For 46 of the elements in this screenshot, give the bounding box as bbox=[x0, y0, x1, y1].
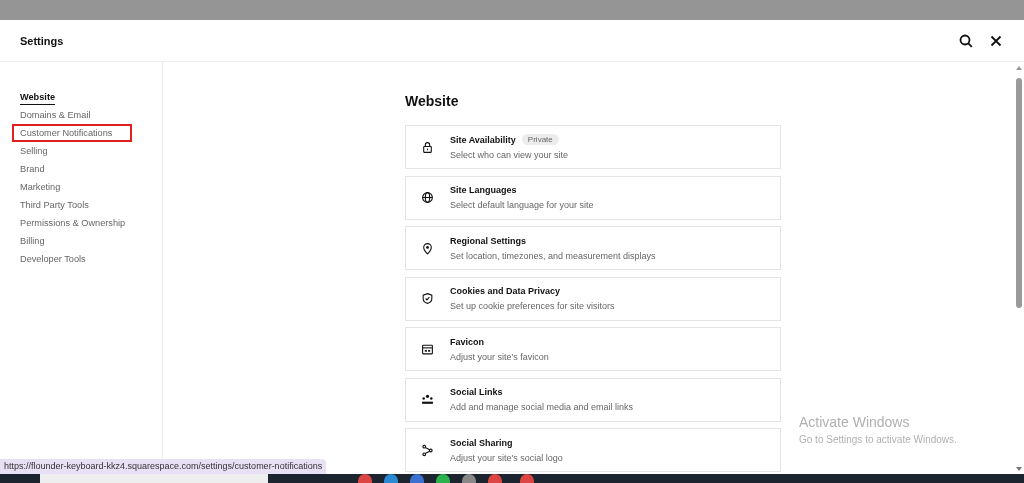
status-badge: Private bbox=[521, 134, 559, 145]
card-title: Social Sharing bbox=[450, 437, 513, 448]
sidebar-item[interactable]: Website bbox=[12, 88, 64, 106]
people-icon bbox=[421, 393, 434, 406]
search-button[interactable] bbox=[958, 32, 974, 49]
sidebar-item[interactable]: Customer Notifications bbox=[12, 124, 132, 142]
browser-window-icon bbox=[421, 342, 434, 356]
section-heading: Website bbox=[405, 93, 460, 109]
card-description: Adjust your site's favicon bbox=[450, 351, 549, 362]
search-icon bbox=[958, 32, 974, 49]
settings-card[interactable]: Social Links Add and manage social media and email links bbox=[405, 377, 781, 422]
card-title: Social Links bbox=[450, 387, 503, 397]
card-title: Regional Settings bbox=[450, 235, 526, 246]
card-description: Set up cookie preferences for site visitors bbox=[450, 301, 615, 311]
share-icon bbox=[421, 443, 434, 457]
shield-check-icon bbox=[421, 292, 434, 305]
card-description: Adjust your site's social logo bbox=[450, 452, 563, 463]
sidebar-item[interactable]: Selling bbox=[12, 142, 56, 160]
sidebar-item[interactable]: Third Party Tools bbox=[12, 196, 97, 214]
lock-icon bbox=[421, 140, 434, 154]
sidebar-item[interactable]: Brand bbox=[12, 160, 53, 178]
sidebar-item[interactable]: Developer Tools bbox=[12, 250, 94, 268]
card-title: Favicon bbox=[450, 336, 484, 347]
card-title: Cookies and Data Privacy bbox=[450, 286, 561, 296]
card-description: Add and manage social media and email links bbox=[450, 402, 634, 412]
settings-card[interactable]: Favicon Adjust your site's favicon bbox=[405, 327, 781, 371]
settings-card[interactable]: Site Availability Private Select who can view your site bbox=[405, 125, 781, 169]
dialog-title: Settings bbox=[20, 34, 65, 47]
location-pin-icon bbox=[421, 241, 434, 255]
card-description: Set location, timezones, and measurement displays bbox=[450, 250, 656, 261]
globe-icon bbox=[421, 191, 434, 204]
settings-card[interactable]: Regional Settings Set location, timezones, and measurement displays bbox=[405, 226, 781, 270]
activation-title: Activate Windows bbox=[799, 414, 911, 430]
card-description: Select who can view your site bbox=[450, 150, 569, 160]
card-description: Select default language for your site bbox=[450, 200, 594, 210]
sidebar-item[interactable]: Permissions & Ownership bbox=[12, 214, 134, 232]
sidebar-item[interactable]: Billing bbox=[12, 232, 53, 250]
sidebar-item[interactable]: Marketing bbox=[12, 178, 69, 196]
link-preview-url: https://flounder-keyboard-kkz4.squarespace.com/settings/customer-notifications bbox=[0, 459, 327, 474]
settings-card[interactable]: Site Languages Select default language for your site bbox=[405, 175, 781, 220]
card-title: Site Languages bbox=[450, 185, 517, 195]
sidebar-item[interactable]: Domains & Email bbox=[12, 106, 99, 124]
settings-card[interactable]: Social Sharing Adjust your site's social logo bbox=[405, 428, 781, 472]
settings-card[interactable]: Cookies and Data Privacy Set up cookie preferences for site visitors bbox=[405, 276, 781, 321]
activation-message: Go to Settings to activate Windows. bbox=[799, 434, 957, 445]
card-title: Site Availability bbox=[450, 134, 516, 145]
